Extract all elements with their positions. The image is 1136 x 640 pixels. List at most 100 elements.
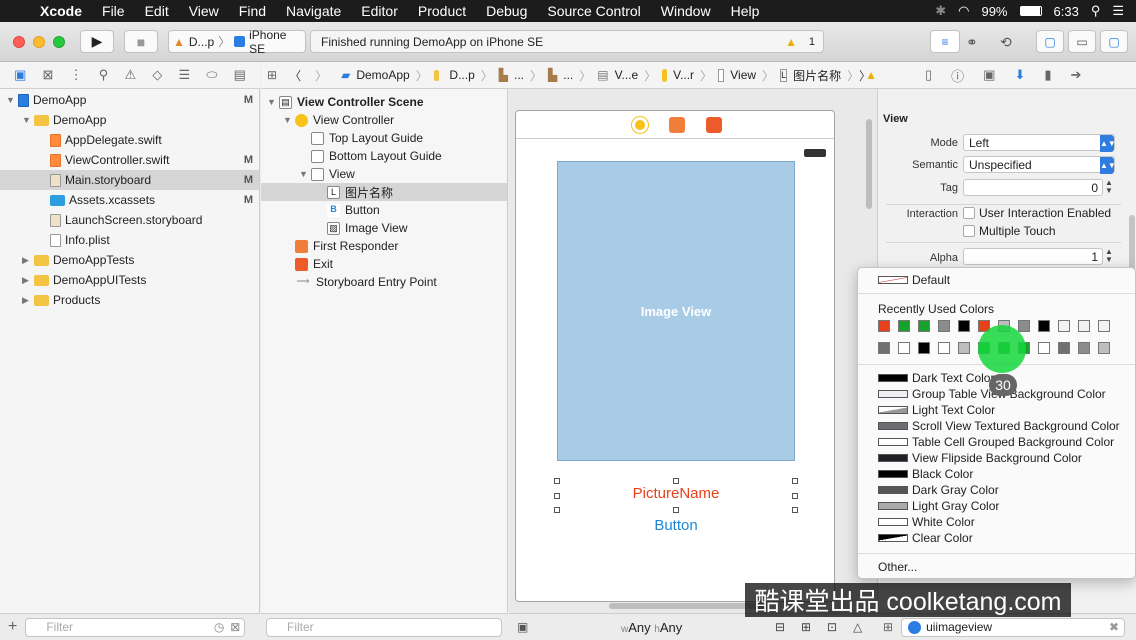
related-items-icon[interactable]: ⊞: [267, 68, 277, 82]
jump-item-label[interactable]: 图片名称: [793, 67, 841, 84]
assistant-editor-button[interactable]: ⚭: [966, 34, 978, 51]
wifi-icon[interactable]: ◠: [958, 3, 969, 19]
clock[interactable]: 6:33: [1054, 4, 1079, 19]
tag-stepper[interactable]: ▲ ▼: [1105, 179, 1113, 195]
outline-row[interactable]: B Button: [261, 201, 507, 219]
notification-center-icon[interactable]: ☰: [1112, 3, 1124, 19]
named-color-item[interactable]: Table Cell Grouped Background Color: [878, 434, 1114, 450]
recent-color-swatch[interactable]: [958, 342, 970, 354]
named-color-item[interactable]: Dark Text Color: [878, 370, 994, 386]
recent-color-swatch[interactable]: [1098, 342, 1110, 354]
project-navigator-icon[interactable]: ▣: [14, 67, 26, 83]
recent-color-swatch[interactable]: [1038, 320, 1050, 332]
debug-navigator-icon[interactable]: ☰: [179, 67, 191, 83]
navigator-row[interactable]: ▶ DemoAppTests: [0, 250, 259, 270]
first-responder-icon[interactable]: [669, 117, 685, 133]
recent-color-swatch[interactable]: [898, 342, 910, 354]
outline-row[interactable]: L 图片名称: [261, 183, 507, 201]
image-view[interactable]: Image View: [557, 161, 795, 461]
navigator-row[interactable]: ▼ DemoApp M: [0, 90, 259, 110]
mode-popup[interactable]: Left ▲▼: [963, 134, 1116, 152]
jump-item-view[interactable]: View: [730, 68, 756, 82]
exit-icon[interactable]: [706, 117, 722, 133]
navigator-row[interactable]: LaunchScreen.storyboard: [0, 210, 259, 230]
jump-item-folder[interactable]: D...p: [449, 68, 474, 82]
recent-color-swatch[interactable]: [1058, 342, 1070, 354]
menu-product[interactable]: Product: [408, 3, 476, 19]
recent-color-swatch[interactable]: [958, 320, 970, 332]
vertical-scrollbar[interactable]: [866, 119, 872, 209]
grid-view-icon[interactable]: ⊞: [883, 620, 893, 634]
scm-filter-icon[interactable]: ⊠: [230, 620, 240, 634]
outline-row[interactable]: Exit: [261, 255, 507, 273]
disclosure-triangle-icon[interactable]: ▼: [299, 169, 311, 179]
outline-row[interactable]: ▨ Image View: [261, 219, 507, 237]
minimize-window-button[interactable]: [33, 36, 45, 48]
resize-handle[interactable]: [554, 478, 560, 484]
recent-color-swatch[interactable]: [918, 320, 930, 332]
jump-item-scene[interactable]: V...e: [615, 68, 639, 82]
breakpoint-navigator-icon[interactable]: ⬭: [206, 67, 217, 83]
view-controller-frame[interactable]: Image View PictureName Button: [515, 110, 835, 602]
menu-debug[interactable]: Debug: [476, 3, 537, 19]
other-colors-item[interactable]: Other...: [878, 560, 917, 574]
recent-color-swatch[interactable]: [878, 342, 890, 354]
default-color-item[interactable]: Default: [878, 272, 950, 288]
menu-source-control[interactable]: Source Control: [537, 3, 650, 19]
named-color-item[interactable]: Black Color: [878, 466, 973, 482]
named-color-item[interactable]: Scroll View Textured Background Color: [878, 418, 1120, 434]
menu-editor[interactable]: Editor: [351, 3, 408, 19]
navigator-row[interactable]: ▼ DemoApp: [0, 110, 259, 130]
resize-handle[interactable]: [792, 478, 798, 484]
zoom-window-button[interactable]: [53, 36, 65, 48]
forward-button[interactable]: 〉: [315, 67, 327, 84]
recent-color-swatch[interactable]: [878, 320, 890, 332]
outline-filter-field[interactable]: Filter: [266, 617, 502, 637]
back-button[interactable]: 〈: [289, 67, 301, 84]
navigator-row[interactable]: ▶ Products: [0, 290, 259, 310]
picture-name-label[interactable]: PictureName: [557, 485, 795, 502]
storyboard-canvas[interactable]: Image View PictureName Button: [509, 89, 877, 613]
resize-handle[interactable]: [554, 507, 560, 513]
menu-window[interactable]: Window: [651, 3, 721, 19]
disclosure-triangle-icon[interactable]: ▼: [267, 97, 279, 107]
resize-handle[interactable]: [673, 478, 679, 484]
recent-files-icon[interactable]: ◷: [214, 620, 224, 634]
run-button[interactable]: ▶: [80, 30, 114, 53]
resize-handle[interactable]: [792, 507, 798, 513]
menu-view[interactable]: View: [179, 3, 229, 19]
jump-item-base[interactable]: ...: [563, 68, 573, 82]
add-icon[interactable]: +: [8, 618, 17, 636]
disclosure-triangle-icon[interactable]: ▼: [6, 95, 18, 105]
recent-color-swatch[interactable]: [938, 342, 950, 354]
symbol-navigator-icon[interactable]: ⋮: [70, 67, 83, 83]
jump-item-project[interactable]: DemoApp: [356, 68, 409, 82]
disclosure-triangle-icon[interactable]: ▼: [283, 115, 295, 125]
recent-color-swatch[interactable]: [1038, 342, 1050, 354]
file-inspector-icon[interactable]: ▯: [925, 67, 932, 83]
disclosure-triangle-icon[interactable]: ▶: [22, 275, 34, 286]
recent-color-swatch[interactable]: [1098, 320, 1110, 332]
outline-row[interactable]: ▼ View Controller: [261, 111, 507, 129]
quick-help-icon[interactable]: ⓘ: [951, 66, 964, 85]
outline-row[interactable]: Bottom Layout Guide: [261, 147, 507, 165]
disclosure-triangle-icon[interactable]: ▶: [22, 255, 34, 266]
toggle-utilities-button[interactable]: ▢: [1100, 30, 1128, 53]
find-navigator-icon[interactable]: ⚲: [99, 67, 109, 83]
button-element[interactable]: Button: [557, 517, 795, 534]
spotlight-icon[interactable]: ⚲: [1091, 3, 1101, 19]
attributes-inspector-icon[interactable]: ⬇: [1014, 67, 1025, 83]
navigator-row[interactable]: Assets.xcassets M: [0, 190, 259, 210]
menu-file[interactable]: File: [92, 3, 135, 19]
semantic-popup[interactable]: Unspecified ▲▼: [963, 156, 1116, 174]
navigator-row[interactable]: Info.plist: [0, 230, 259, 250]
navigator-row[interactable]: AppDelegate.swift: [0, 130, 259, 150]
resolve-icon[interactable]: △: [853, 620, 862, 634]
warning-count[interactable]: 1: [809, 36, 815, 48]
issue-navigator-icon[interactable]: ⚠: [125, 67, 137, 83]
toggle-debug-area-button[interactable]: ▭: [1068, 30, 1096, 53]
recent-color-swatch[interactable]: [1058, 320, 1070, 332]
version-editor-button[interactable]: ⟲: [1000, 34, 1012, 51]
alpha-stepper[interactable]: ▲ ▼: [1105, 248, 1113, 264]
clear-search-icon[interactable]: ✖: [1109, 620, 1119, 634]
